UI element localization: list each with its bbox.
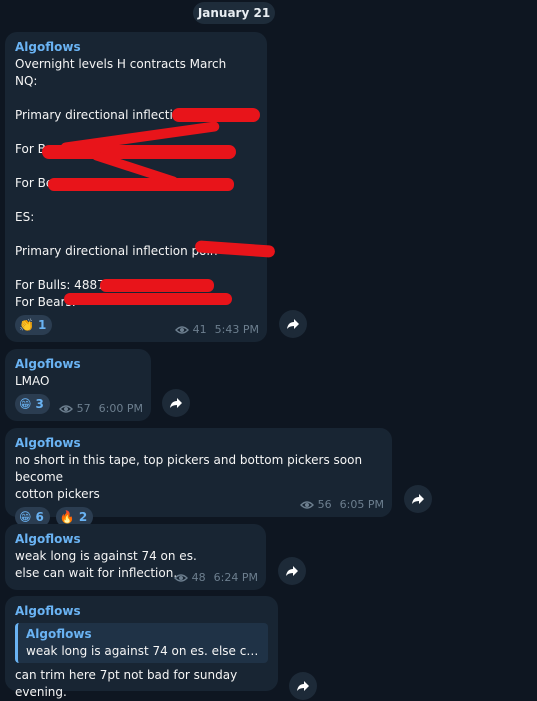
- message-line: [15, 192, 257, 209]
- eye-icon: [173, 573, 188, 582]
- eye-icon: [299, 500, 314, 509]
- sender-name[interactable]: Algoflows: [15, 39, 257, 56]
- timestamp: 6:00 PM: [98, 402, 143, 415]
- message-line: Overnight levels H contracts March: [15, 57, 227, 71]
- share-arrow-icon: [287, 319, 299, 329]
- share-button[interactable]: [279, 310, 307, 338]
- redaction-mark: [64, 293, 232, 305]
- reaction-count: 6: [35, 510, 44, 524]
- share-arrow-icon: [297, 681, 309, 691]
- message-line: LMAO: [15, 374, 50, 388]
- message-meta: 48 6:24 PM: [173, 571, 258, 584]
- share-arrow-icon: [412, 494, 424, 504]
- grin-emoji-icon: 😁: [19, 510, 32, 524]
- sender-name[interactable]: Algoflows: [15, 603, 268, 620]
- message-line: [15, 226, 257, 243]
- sender-name[interactable]: Algoflows: [15, 531, 256, 548]
- message-bubble[interactable]: Algoflows Algoflows weak long is against…: [5, 596, 278, 699]
- sender-name[interactable]: Algoflows: [15, 435, 382, 452]
- reaction-count: 2: [78, 510, 88, 524]
- message-meta: 56 6:05 PM: [299, 498, 384, 511]
- reaction-count: 1: [37, 318, 47, 332]
- share-button[interactable]: [162, 389, 190, 417]
- fire-emoji-icon: 🔥: [59, 510, 75, 524]
- timestamp: 6:24 PM: [213, 571, 258, 584]
- view-count: 48: [191, 571, 206, 584]
- quoted-sender: Algoflows: [26, 627, 92, 641]
- message-line: NQ:: [15, 74, 38, 88]
- reaction-chip[interactable]: 👏 1: [15, 315, 53, 335]
- quoted-text: weak long is against 74 on es. else can …: [26, 644, 260, 658]
- share-button[interactable]: [404, 485, 432, 513]
- view-count: 56: [317, 498, 332, 511]
- message-line: [15, 260, 257, 277]
- redaction-mark: [100, 279, 214, 292]
- message-meta: 57 6:00 PM: [58, 402, 143, 415]
- clap-emoji-icon: 👏: [19, 318, 34, 332]
- eye-icon: [58, 404, 73, 413]
- view-count: 41: [192, 323, 207, 336]
- message-line: ES:: [15, 210, 35, 224]
- share-arrow-icon: [286, 566, 298, 576]
- reaction-chip[interactable]: 😁 3: [15, 394, 50, 414]
- message-bubble[interactable]: Algoflows LMAO 😁 3 57 6:00 PM: [5, 349, 151, 421]
- eye-icon: [174, 325, 189, 334]
- share-button[interactable]: [289, 672, 317, 700]
- share-button[interactable]: [278, 557, 306, 585]
- share-arrow-icon: [170, 398, 182, 408]
- redaction-mark: [48, 178, 234, 191]
- message-line: [15, 90, 257, 107]
- message-bubble[interactable]: Algoflows no short in this tape, top pic…: [5, 428, 392, 527]
- view-count: 57: [76, 402, 91, 415]
- date-separator: January 21: [193, 2, 275, 24]
- timestamp: 5:43 PM: [214, 323, 259, 336]
- reply-quote[interactable]: Algoflows weak long is against 74 on es.…: [15, 623, 268, 663]
- message-line: weak long is against 74 on es.: [15, 549, 197, 563]
- sender-name[interactable]: Algoflows: [15, 356, 141, 373]
- message-line: can trim here 7pt not bad for sunday eve…: [15, 668, 242, 699]
- reaction-count: 3: [35, 397, 44, 411]
- redaction-mark: [172, 108, 260, 122]
- message-meta: 41 5:43 PM: [174, 323, 259, 336]
- grin-emoji-icon: 😁: [19, 397, 32, 411]
- message-bubble[interactable]: Algoflows weak long is against 74 on es.…: [5, 524, 266, 590]
- message-line: no short in this tape, top pickers and b…: [15, 453, 366, 484]
- timestamp: 6:05 PM: [339, 498, 384, 511]
